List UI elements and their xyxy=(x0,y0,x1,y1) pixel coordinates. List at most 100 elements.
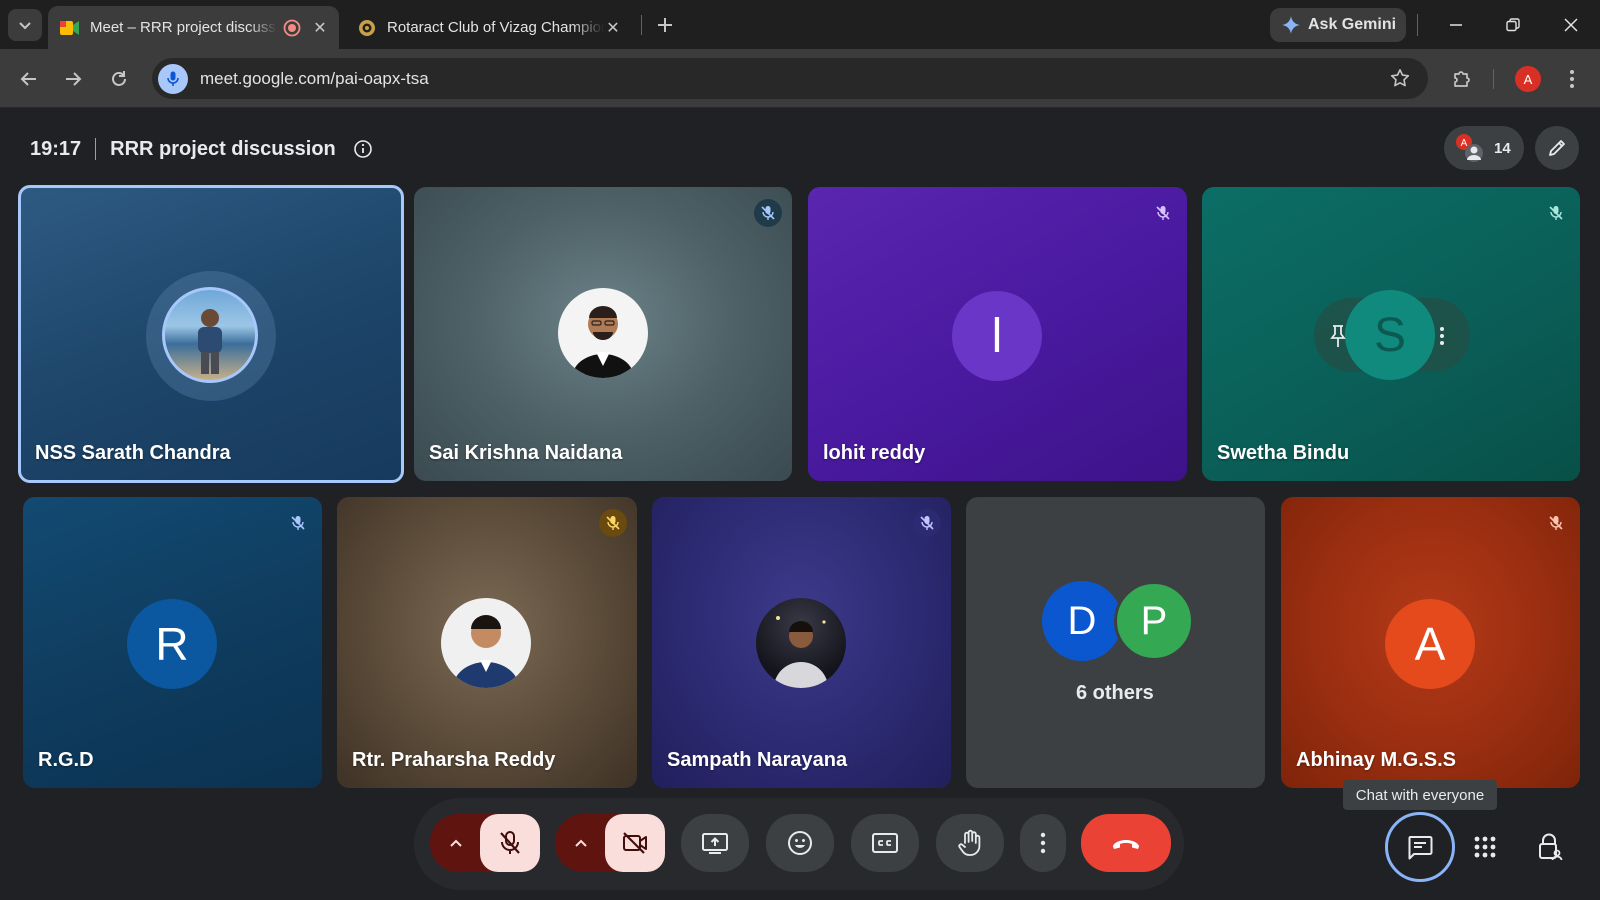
new-tab-button[interactable] xyxy=(650,10,680,40)
star-icon xyxy=(1390,69,1410,87)
participant-tile[interactable]: A Abhinay M.G.S.S xyxy=(1281,497,1580,788)
others-count-label: 6 others xyxy=(1076,682,1154,704)
close-tab-icon[interactable]: ✕ xyxy=(604,19,622,37)
chat-tooltip: Chat with everyone xyxy=(1343,780,1497,810)
meeting-title: RRR project discussion xyxy=(110,137,336,160)
participant-name: Abhinay M.G.S.S xyxy=(1296,749,1457,771)
participant-name: Rtr. Praharsha Reddy xyxy=(352,749,556,771)
extensions-button[interactable] xyxy=(1446,63,1478,95)
participant-tile[interactable]: NSS Sarath Chandra xyxy=(20,187,402,481)
participant-name: R.G.D xyxy=(38,749,94,771)
url-text: meet.google.com/pai-oapx-tsa xyxy=(200,68,429,88)
close-window-button[interactable] xyxy=(1553,10,1589,40)
microphone-toggle-button[interactable] xyxy=(480,814,540,872)
hand-icon xyxy=(958,829,981,856)
lock-person-icon xyxy=(1539,833,1563,861)
participant-name: Sampath Narayana xyxy=(667,749,848,771)
forward-button[interactable] xyxy=(57,63,89,95)
participant-tile[interactable]: R R.G.D xyxy=(23,497,322,788)
back-button[interactable] xyxy=(13,63,45,95)
participant-name: Swetha Bindu xyxy=(1217,442,1350,464)
participant-initial-avatar: R xyxy=(127,599,217,689)
muted-indicator xyxy=(754,199,782,227)
present-to-all-icon xyxy=(702,833,728,854)
tab-title: Rotaract Club of Vizag Champions xyxy=(387,19,604,36)
header-divider xyxy=(95,138,97,160)
call-end-icon xyxy=(1113,840,1139,849)
mic-off-icon xyxy=(761,206,775,220)
videocam-off-icon xyxy=(623,832,647,854)
participant-initial-avatar: A xyxy=(1385,599,1475,689)
rotaract-icon xyxy=(357,18,377,38)
present-screen-button[interactable] xyxy=(681,814,749,872)
chevron-up-icon xyxy=(575,839,587,847)
participant-initial-avatar: D xyxy=(1042,581,1122,661)
participant-count: 14 xyxy=(1494,139,1511,157)
participants-button[interactable]: A 14 xyxy=(1444,126,1524,170)
info-icon xyxy=(353,140,372,158)
muted-indicator xyxy=(1542,199,1570,227)
participant-name: Sai Krishna Naidana xyxy=(429,442,623,464)
browser-tab-strip: Meet – RRR project discussion ✕ Rotaract… xyxy=(0,0,1600,49)
ask-gemini-button[interactable]: Ask Gemini xyxy=(1270,8,1406,42)
participant-photo xyxy=(441,598,531,688)
participant-name: lohit reddy xyxy=(823,442,926,464)
camera-toggle-button[interactable] xyxy=(605,814,665,872)
tab-rotaract[interactable]: Rotaract Club of Vizag Champions ✕ xyxy=(345,6,632,49)
site-mic-indicator[interactable] xyxy=(158,63,188,94)
arrow-left-icon xyxy=(20,72,36,86)
audio-options-button[interactable] xyxy=(432,818,480,868)
leave-call-button[interactable] xyxy=(1081,814,1171,872)
host-controls-lock-button[interactable] xyxy=(1529,826,1571,868)
browser-toolbar: meet.google.com/pai-oapx-tsa A xyxy=(0,49,1600,108)
participant-photo xyxy=(162,287,258,383)
video-options-button[interactable] xyxy=(557,818,605,868)
record-icon xyxy=(283,19,301,37)
more-vert-icon xyxy=(1570,70,1574,88)
reload-button[interactable] xyxy=(103,63,135,95)
participant-tile[interactable]: Sai Krishna Naidana xyxy=(414,187,792,481)
pin-icon xyxy=(1330,325,1346,347)
tile-options-button[interactable] xyxy=(1432,322,1452,350)
activities-button[interactable] xyxy=(1464,826,1506,868)
more-options-button[interactable] xyxy=(1020,814,1066,872)
restore-button[interactable] xyxy=(1495,10,1531,40)
host-controls-button[interactable] xyxy=(1535,126,1579,170)
participant-initial-avatar: P xyxy=(1114,581,1194,661)
mic-off-icon xyxy=(291,516,305,530)
minimize-icon xyxy=(1450,24,1462,26)
more-vert-icon xyxy=(1440,327,1444,345)
others-tile[interactable]: D P 6 others xyxy=(966,497,1265,788)
close-icon xyxy=(1564,18,1578,32)
ask-gemini-label: Ask Gemini xyxy=(1308,16,1397,33)
pin-button[interactable] xyxy=(1324,322,1352,350)
participant-initial-avatar: l xyxy=(952,291,1042,381)
mic-off-icon xyxy=(1549,516,1563,530)
profile-avatar[interactable]: A xyxy=(1515,66,1541,92)
reactions-button[interactable] xyxy=(766,814,834,872)
tab-meet[interactable]: Meet – RRR project discussion ✕ xyxy=(48,6,339,49)
meeting-header: 19:17 RRR project discussion xyxy=(30,131,374,167)
minimize-button[interactable] xyxy=(1438,10,1474,40)
participant-tile[interactable]: l lohit reddy xyxy=(808,187,1187,481)
tab-search-button[interactable] xyxy=(8,9,42,41)
participant-tile[interactable]: Sampath Narayana xyxy=(652,497,951,788)
address-bar[interactable]: meet.google.com/pai-oapx-tsa xyxy=(152,58,1428,99)
chevron-down-icon xyxy=(19,22,31,30)
browser-menu-button[interactable] xyxy=(1556,63,1588,95)
raise-hand-button[interactable] xyxy=(936,814,1004,872)
svg-text:A: A xyxy=(1461,138,1468,149)
mic-icon xyxy=(167,71,179,86)
participant-tile[interactable]: Rtr. Praharsha Reddy xyxy=(337,497,637,788)
chat-button[interactable] xyxy=(1385,812,1455,882)
more-vert-icon xyxy=(1040,832,1046,854)
close-tab-icon[interactable]: ✕ xyxy=(311,19,329,37)
puzzle-icon xyxy=(1454,71,1470,87)
bookmark-button[interactable] xyxy=(1388,66,1412,90)
muted-indicator xyxy=(913,509,941,537)
toolbar-divider xyxy=(1493,69,1494,89)
meeting-details-button[interactable] xyxy=(352,138,374,160)
captions-button[interactable] xyxy=(851,814,919,872)
restore-icon xyxy=(1506,18,1520,32)
muted-indicator xyxy=(284,509,312,537)
